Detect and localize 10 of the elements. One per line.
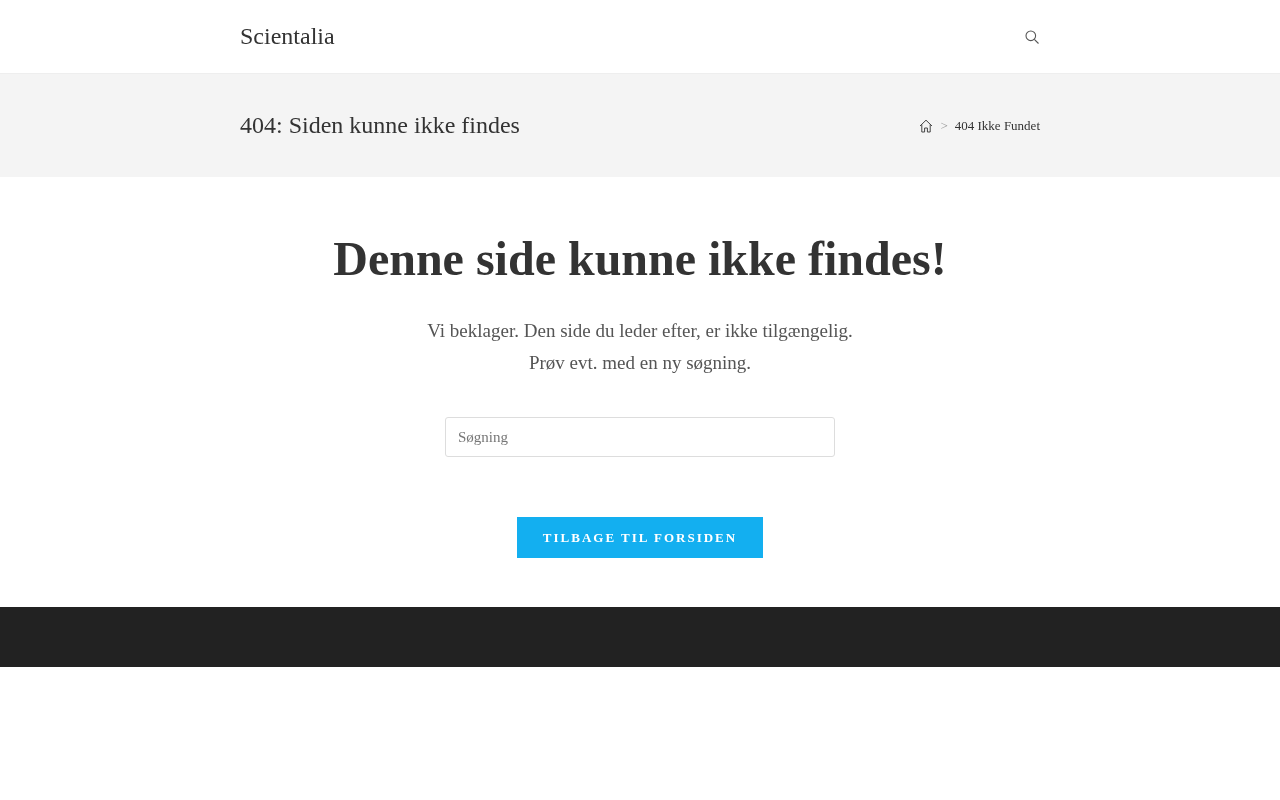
home-icon[interactable] [919,118,934,133]
search-field[interactable]: Søgning [445,417,835,457]
error-message: Prøv evt. med en ny søgning. [528,351,752,375]
error-message: Vi beklager. Den side du leder efter, er ikke tilgængelig. [427,319,853,343]
search-icon[interactable] [1025,29,1039,44]
page-title: 404: Siden kunne ikke findes [240,112,520,139]
breadcrumb-current[interactable]: 404 Ikke Fundet [954,117,1040,134]
breadcrumb-separator: > [940,117,948,134]
site-title[interactable]: Scientalia [240,23,335,50]
error-heading: Denne side kunne ikke findes! [333,233,947,285]
